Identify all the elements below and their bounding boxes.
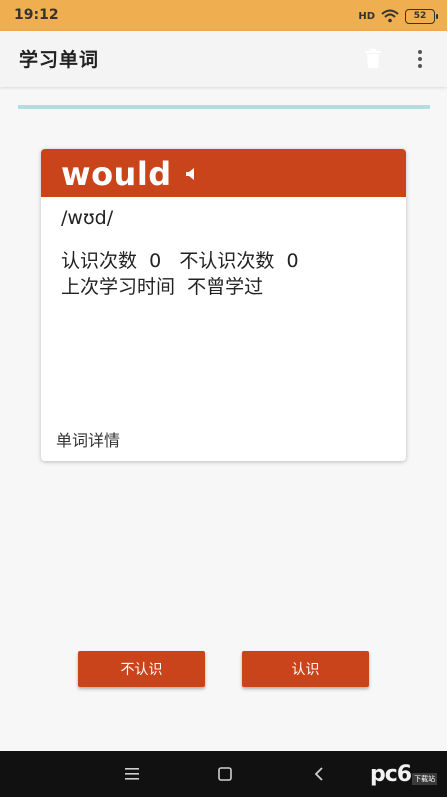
home-icon[interactable] bbox=[217, 766, 233, 782]
word-card: would /wʊd/ 认识次数 0 不认识次数 0 上次学习时间 不曾学过 单… bbox=[41, 149, 406, 461]
known-button[interactable]: 认识 bbox=[242, 651, 369, 687]
word-text: would bbox=[61, 155, 172, 193]
menu-icon[interactable] bbox=[124, 767, 140, 781]
word-detail-link[interactable]: 单词详情 bbox=[56, 427, 120, 451]
navigation-bar: pc6 下载站 bbox=[0, 751, 447, 797]
known-count-label: 认识次数 bbox=[61, 250, 138, 272]
page-title: 学习单词 bbox=[19, 49, 100, 71]
word-card-header: would bbox=[41, 149, 406, 197]
signal-icon: HD bbox=[358, 10, 375, 22]
more-vert-icon[interactable] bbox=[408, 47, 432, 71]
battery-icon: 52 bbox=[405, 8, 438, 24]
known-count-value: 0 bbox=[149, 250, 162, 272]
unknown-count-value: 0 bbox=[286, 250, 299, 272]
count-row: 认识次数 0 不认识次数 0 bbox=[61, 248, 299, 274]
app-bar: 学习单词 bbox=[0, 31, 447, 87]
trash-icon[interactable] bbox=[361, 47, 385, 71]
progress-bar bbox=[18, 105, 430, 109]
last-study-label: 上次学习时间 bbox=[61, 276, 176, 298]
watermark-text: pc6 bbox=[370, 761, 412, 787]
word-stats: 认识次数 0 不认识次数 0 上次学习时间 不曾学过 bbox=[61, 248, 299, 300]
watermark: pc6 下载站 bbox=[370, 759, 438, 789]
phonetic-text: /wʊd/ bbox=[61, 207, 114, 229]
last-study-value: 不曾学过 bbox=[187, 276, 264, 298]
status-time: 19:12 bbox=[14, 7, 59, 23]
status-bar: 19:12 HD 52 bbox=[0, 0, 447, 31]
unknown-button[interactable]: 不认识 bbox=[78, 651, 205, 687]
watermark-badge: 下载站 bbox=[412, 773, 438, 785]
back-icon[interactable] bbox=[312, 766, 326, 782]
speaker-icon[interactable] bbox=[184, 167, 198, 181]
last-study-row: 上次学习时间 不曾学过 bbox=[61, 274, 299, 300]
wifi-icon bbox=[381, 9, 399, 23]
unknown-count-label: 不认识次数 bbox=[179, 250, 275, 272]
status-icons: HD 52 bbox=[358, 8, 438, 24]
